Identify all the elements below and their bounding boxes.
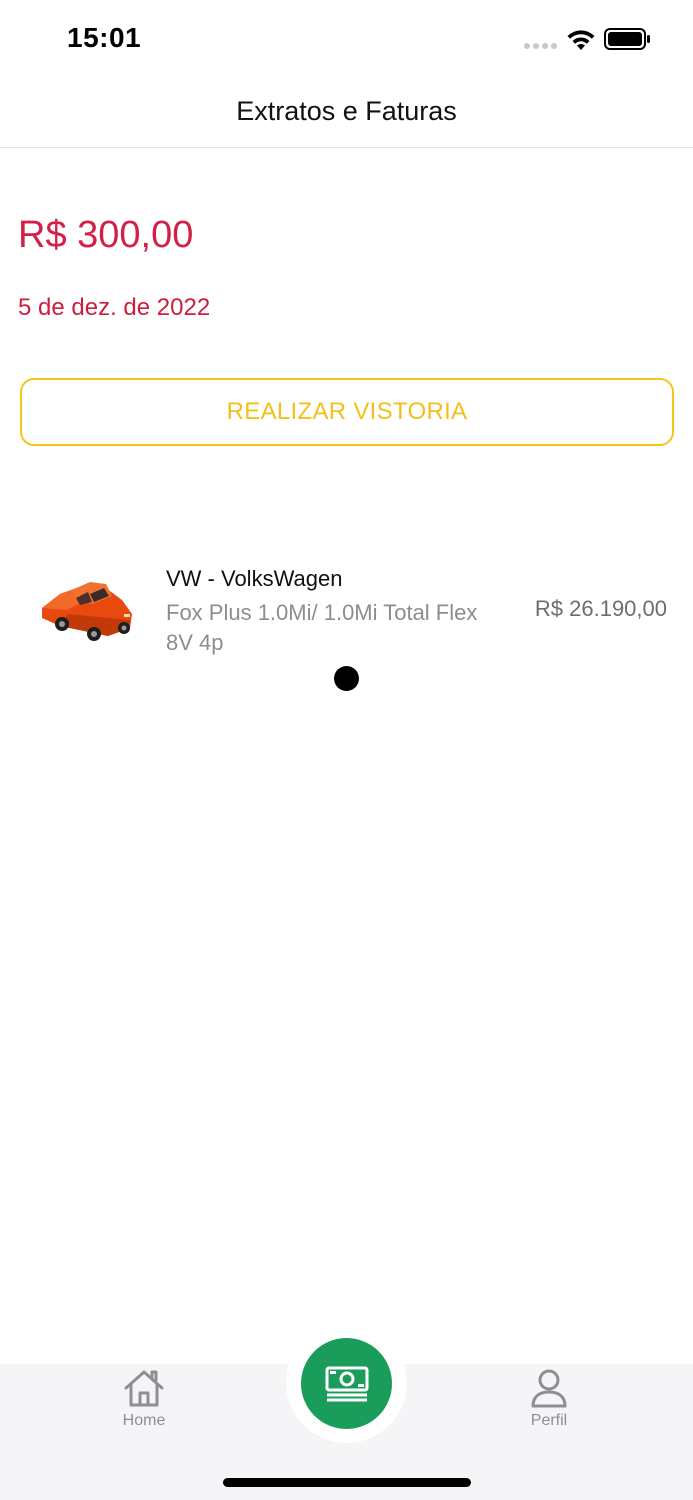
red-car-icon [42, 582, 132, 641]
navigation-header: Extratos e Faturas [0, 80, 693, 148]
vehicle-price: R$ 26.190,00 [534, 596, 667, 621]
tab-home[interactable]: Home [84, 1364, 204, 1444]
statement-amount: R$ 300,00 [18, 214, 194, 256]
person-icon [531, 1369, 567, 1408]
tab-profile-label: Perfil [530, 1412, 568, 1429]
status-bar: 15:01 [0, 0, 693, 80]
battery-icon [604, 28, 650, 50]
status-time: 15:01 [67, 22, 142, 53]
money-icon [325, 1366, 368, 1401]
vehicle-brand: VW - VolksWagen [166, 566, 343, 591]
page-title: Extratos e Faturas [236, 96, 457, 126]
wifi-icon [567, 30, 595, 50]
loading-dot [334, 666, 359, 691]
realizar-vistoria-button[interactable]: REALIZAR VISTORIA [20, 378, 674, 446]
vehicle-model: Fox Plus 1.0Mi/ 1.0Mi Total Flex 8V 4p [166, 600, 478, 655]
statement-date: 5 de dez. de 2022 [18, 294, 211, 321]
home-indicator [223, 1478, 471, 1487]
vehicle-list-item[interactable]: VW - VolksWagen Fox Plus 1.0Mi/ 1.0Mi To… [0, 560, 693, 670]
tab-home-label: Home [122, 1412, 166, 1429]
home-icon [124, 1370, 164, 1407]
extratos-fab-button[interactable] [301, 1338, 392, 1429]
tab-profile[interactable]: Perfil [489, 1364, 609, 1444]
cellular-signal-icon [524, 43, 557, 49]
